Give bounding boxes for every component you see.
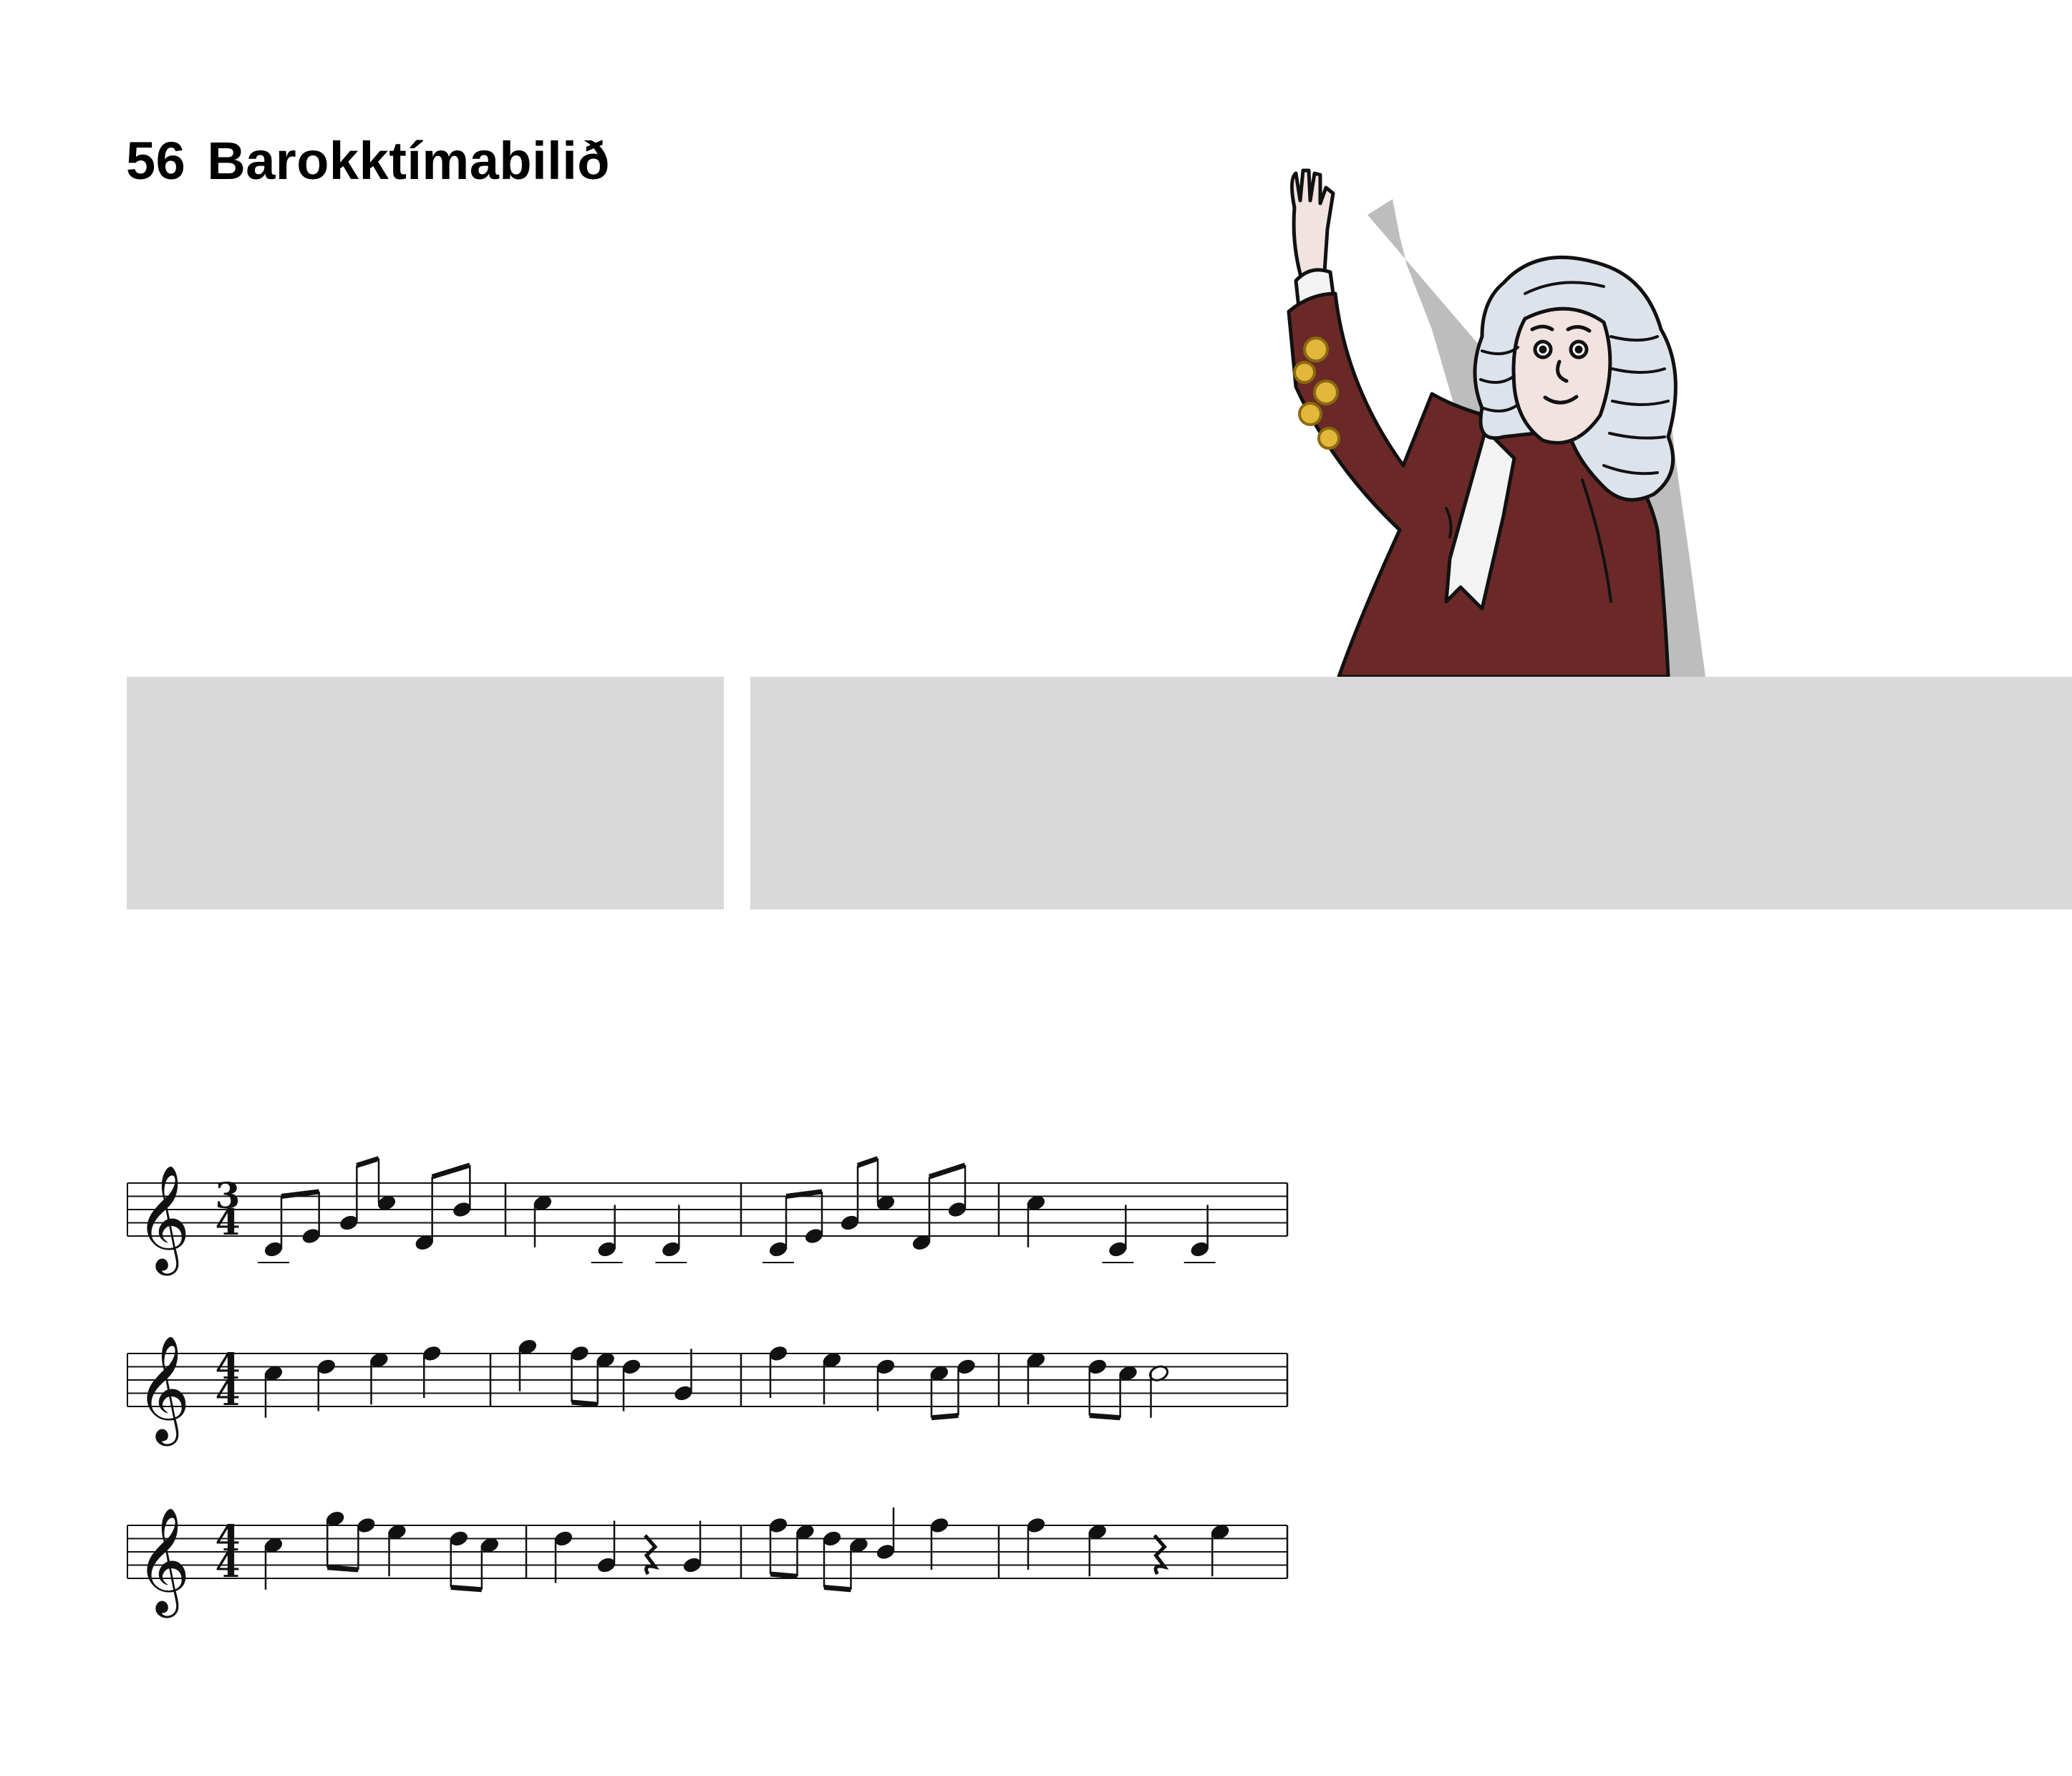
beam (928, 1162, 967, 1179)
sheet-music: 𝄞 34𝄞 44𝄞 44 (127, 1156, 1289, 1618)
treble-clef: 𝄞 (136, 1507, 190, 1618)
treble-clef: 𝄞 (136, 1335, 190, 1446)
beam (770, 1571, 798, 1579)
beam (356, 1156, 380, 1168)
time-signature-denominator: 4 (216, 1543, 241, 1586)
time-signature-denominator: 4 (216, 1371, 241, 1414)
time-signature-denominator: 4 (216, 1201, 241, 1243)
beam (431, 1162, 471, 1179)
treble-clef: 𝄞 (136, 1164, 190, 1275)
beam (1089, 1413, 1120, 1421)
beam (931, 1413, 959, 1421)
beam (326, 1565, 359, 1573)
beam (856, 1156, 879, 1168)
beam (571, 1399, 599, 1407)
beam (823, 1585, 851, 1593)
quarter-rest (644, 1534, 660, 1575)
beam (450, 1585, 483, 1593)
quarter-rest (1153, 1534, 1169, 1575)
